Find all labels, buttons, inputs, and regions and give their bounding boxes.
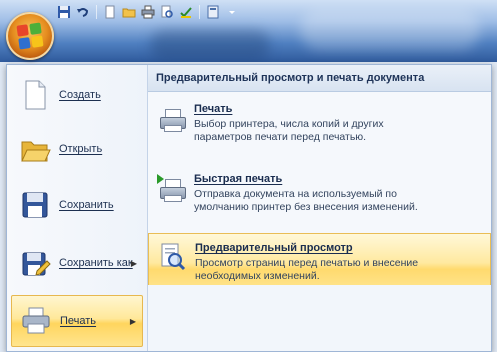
customize-toolbar-icon[interactable] <box>224 4 240 20</box>
submenu-item-title: Печать <box>194 103 233 115</box>
menu-item-save-as[interactable]: Сохранить как ▶ <box>11 237 143 289</box>
submenu-item-title: Быстрая печать <box>194 173 283 185</box>
open-folder-icon <box>19 133 51 165</box>
save-as-icon <box>19 247 51 279</box>
menu-item-label: Открыть <box>59 143 103 155</box>
menu-item-print[interactable]: Печать ▶ <box>11 295 143 347</box>
office-menu: Создать Открыть Сохранить Сохранить как … <box>6 64 492 352</box>
new-document-icon[interactable] <box>102 4 118 20</box>
print-preview-icon <box>157 242 187 272</box>
toolbar-separator <box>199 5 200 19</box>
submenu-item-description: Отправка документа на используемый по ум… <box>194 188 418 213</box>
menu-item-new[interactable]: Создать <box>11 69 143 121</box>
submenu-item-quick-print[interactable]: Быстрая печать Отправка документа на исп… <box>148 165 491 229</box>
open-folder-icon[interactable] <box>121 4 137 20</box>
new-document-icon <box>19 79 51 111</box>
submenu-item-description: Выбор принтера, числа копий и других пар… <box>194 118 384 143</box>
quick-print-icon[interactable] <box>140 4 156 20</box>
submenu-item-description: Просмотр страниц перед печатью и внесени… <box>195 257 419 282</box>
save-icon[interactable] <box>56 4 72 20</box>
toolbar-separator <box>96 5 97 19</box>
menu-item-label: Сохранить <box>59 199 114 211</box>
title-bar-glow <box>300 10 480 50</box>
print-submenu: Предварительный просмотр и печать докуме… <box>148 65 491 351</box>
document-view-icon[interactable] <box>205 4 221 20</box>
submenu-item-title: Предварительный просмотр <box>195 242 353 254</box>
printer-icon <box>156 103 186 133</box>
title-bar-shadow <box>150 30 270 60</box>
menu-item-save[interactable]: Сохранить <box>11 179 143 231</box>
office-button[interactable] <box>6 12 54 60</box>
menu-item-label: Создать <box>59 89 101 101</box>
print-preview-icon[interactable] <box>159 4 175 20</box>
submenu-title: Предварительный просмотр и печать докуме… <box>148 65 491 92</box>
submenu-arrow-icon: ▶ <box>129 316 136 326</box>
menu-item-label: Сохранить как <box>59 257 133 269</box>
submenu-empty-area <box>148 285 491 351</box>
undo-icon[interactable] <box>75 4 91 20</box>
menu-item-label: Печать <box>60 315 97 327</box>
submenu-arrow-icon: ▶ <box>130 258 137 268</box>
quick-access-toolbar <box>56 4 240 20</box>
printer-icon <box>20 305 52 337</box>
office-logo-icon <box>16 22 44 50</box>
menu-item-open[interactable]: Открыть <box>11 123 143 175</box>
quick-print-icon <box>156 173 186 203</box>
submenu-item-print[interactable]: Печать Выбор принтера, числа копий и дру… <box>148 95 491 159</box>
spelling-icon[interactable] <box>178 4 194 20</box>
office-menu-commands: Создать Открыть Сохранить Сохранить как … <box>7 65 148 351</box>
save-icon <box>19 189 51 221</box>
title-bar <box>0 0 497 62</box>
